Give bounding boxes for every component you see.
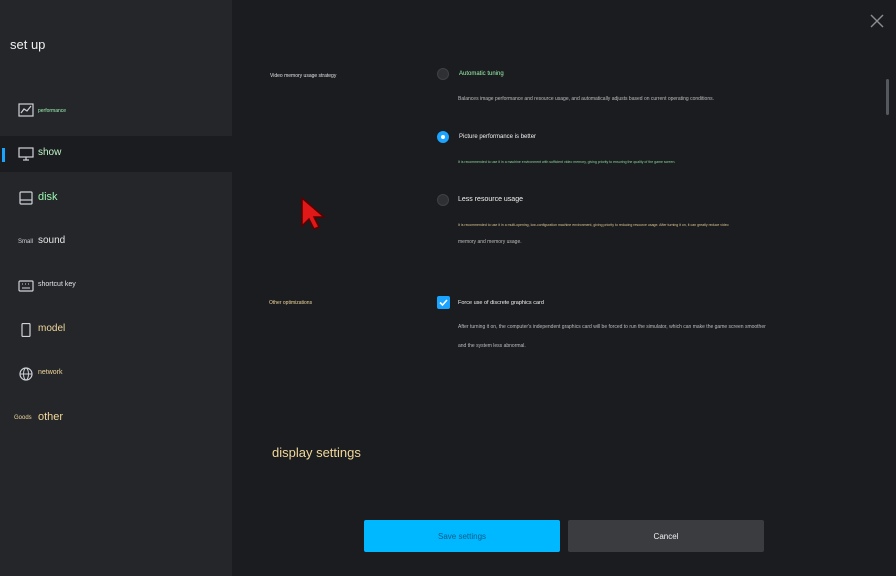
- sidebar-item-label: network: [38, 369, 63, 376]
- sidebar-item-performance[interactable]: performance: [0, 92, 232, 128]
- sidebar-item-disk[interactable]: disk: [0, 180, 232, 216]
- sidebar-item-label: performance: [38, 108, 67, 114]
- sidebar-item-show[interactable]: show: [0, 136, 232, 172]
- cancel-button[interactable]: Cancel: [568, 520, 764, 552]
- sidebar-item-model[interactable]: model: [0, 312, 232, 348]
- sidebar-item-other[interactable]: Goods other: [0, 400, 232, 436]
- close-icon: [870, 14, 884, 28]
- chart-line-icon: [18, 103, 34, 117]
- radio-automatic-tuning[interactable]: [437, 68, 449, 80]
- checkbox-title: Force use of discrete graphics card: [458, 300, 544, 306]
- option-description: It is recommended to use it in a multi-o…: [458, 223, 729, 227]
- display-settings-label: display settings: [272, 445, 361, 460]
- checkbox-description-cont: and the system less abnormal.: [458, 343, 526, 349]
- video-memory-section-label: Video memory usage strategy: [270, 73, 337, 79]
- monitor-icon: [18, 147, 34, 161]
- sidebar-item-label: other: [38, 411, 64, 423]
- option-description: Balances image performance and resource …: [458, 96, 714, 102]
- discrete-gpu-checkbox[interactable]: [437, 296, 450, 309]
- settings-panel: [232, 0, 896, 576]
- speaker-icon: Small: [18, 239, 34, 245]
- sidebar-item-sound[interactable]: Small sound: [0, 224, 232, 260]
- checkbox-description: After turning it on, the computer's inde…: [458, 324, 766, 330]
- sidebar-item-label: sound: [38, 235, 66, 246]
- save-settings-button[interactable]: Save settings: [364, 520, 560, 552]
- other-icon: Goods: [14, 415, 32, 421]
- globe-icon: [18, 367, 34, 381]
- other-optimizations-label: Other optimizations: [269, 300, 313, 306]
- option-title: Less resource usage: [458, 196, 523, 203]
- option-description: It is recommended to use it in a machine…: [458, 160, 676, 164]
- radio-picture-performance[interactable]: [437, 131, 449, 143]
- sidebar-item-shortcut-key[interactable]: shortcut key: [0, 268, 232, 304]
- sidebar-item-label: show: [38, 147, 62, 158]
- sidebar-item-label: disk: [38, 191, 58, 203]
- checkmark-icon: [439, 299, 448, 307]
- keyboard-icon: [18, 279, 34, 293]
- phone-icon: [18, 323, 34, 337]
- mouse-cursor-icon: [301, 196, 327, 230]
- option-description-cont: memory and memory usage.: [458, 239, 522, 245]
- scrollbar[interactable]: [886, 79, 889, 115]
- radio-less-resource-usage[interactable]: [437, 194, 449, 206]
- sidebar-item-network[interactable]: network: [0, 356, 232, 392]
- sidebar: set up performance show disk Small sound…: [0, 0, 232, 576]
- close-button[interactable]: [870, 14, 884, 28]
- disk-icon: [18, 191, 34, 205]
- sidebar-title: set up: [10, 37, 46, 52]
- option-title: Automatic tuning: [459, 71, 504, 77]
- option-title: Picture performance is better: [459, 134, 537, 140]
- sidebar-item-label: model: [38, 323, 66, 334]
- sidebar-item-label: shortcut key: [38, 281, 76, 288]
